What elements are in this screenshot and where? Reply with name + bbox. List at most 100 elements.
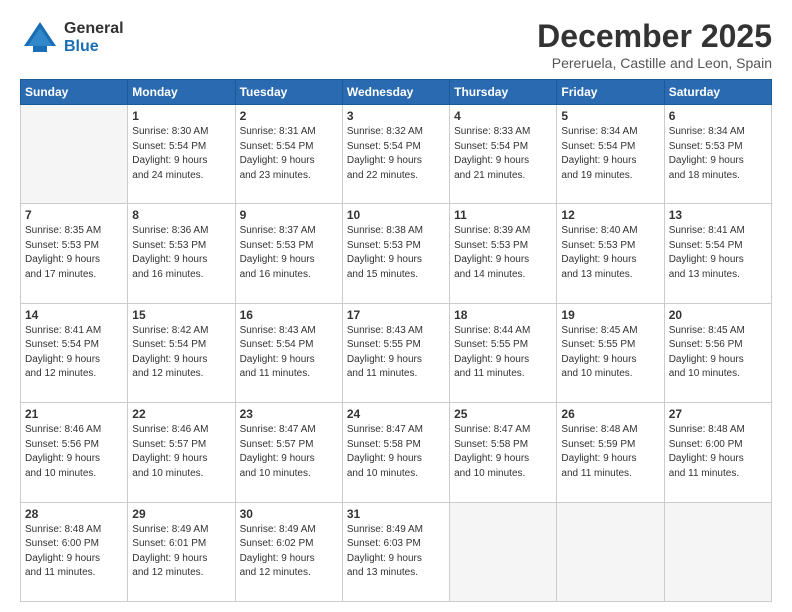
calendar-cell: 2 Sunrise: 8:31 AM Sunset: 5:54 PM Daylig…: [235, 105, 342, 204]
calendar-cell: 1Sunrise: 8:30 AM Sunset: 5:54 PM Daylig…: [128, 105, 235, 204]
calendar-cell: [21, 105, 128, 204]
day-of-week-sunday: Sunday: [21, 80, 128, 105]
logo-general-text: General: [64, 20, 124, 38]
calendar-cell: 4Sunrise: 8:33 AM Sunset: 5:54 PM Daylig…: [450, 105, 557, 204]
calendar-cell: 14 Sunrise: 8:41 AM Sunset: 5:54 PM Dayli…: [21, 303, 128, 402]
day-info: Sunrise: 8:36 AM Sunset: 5:53 PM Dayligh…: [132, 224, 230, 282]
day-number: 8: [132, 208, 230, 222]
calendar-cell: 19 Sunrise: 8:45 AM Sunset: 5:55 PM Dayli…: [557, 303, 664, 402]
day-info: Sunrise: 8:41 AM Sunset: 5:54 PM Dayligh…: [25, 324, 123, 382]
calendar-cell: [557, 502, 664, 601]
day-info: Sunrise: 8:30 AM Sunset: 5:54 PM Dayligh…: [132, 125, 230, 183]
day-number: 15: [132, 308, 230, 322]
day-number: 19: [561, 308, 659, 322]
day-of-week-thursday: Thursday: [450, 80, 557, 105]
day-info: Sunrise: 8:43 AM Sunset: 5:55 PM Dayligh…: [347, 324, 445, 382]
day-info: Sunrise: 8:32 AM Sunset: 5:54 PM Dayligh…: [347, 125, 445, 183]
day-number: 31: [347, 507, 445, 521]
day-number: 24: [347, 407, 445, 421]
logo: General Blue: [20, 18, 124, 58]
day-info: Sunrise: 8:38 AM Sunset: 5:53 PM Dayligh…: [347, 224, 445, 282]
day-info: Sunrise: 8:35 AM Sunset: 5:53 PM Dayligh…: [25, 224, 123, 282]
calendar-cell: 13 Sunrise: 8:41 AM Sunset: 5:54 PM Dayli…: [664, 204, 771, 303]
day-info: Sunrise: 8:45 AM Sunset: 5:55 PM Dayligh…: [561, 324, 659, 382]
calendar-cell: 10 Sunrise: 8:38 AM Sunset: 5:53 PM Dayli…: [342, 204, 449, 303]
day-number: 26: [561, 407, 659, 421]
day-number: 10: [347, 208, 445, 222]
day-info: Sunrise: 8:48 AM Sunset: 6:00 PM Dayligh…: [25, 523, 123, 581]
calendar-cell: 18 Sunrise: 8:44 AM Sunset: 5:55 PM Dayli…: [450, 303, 557, 402]
page: General Blue December 2025 Pereruela, Ca…: [0, 0, 792, 612]
day-info: Sunrise: 8:42 AM Sunset: 5:54 PM Dayligh…: [132, 324, 230, 382]
calendar-table: SundayMondayTuesdayWednesdayThursdayFrid…: [20, 79, 772, 602]
day-info: Sunrise: 8:44 AM Sunset: 5:55 PM Dayligh…: [454, 324, 552, 382]
calendar-cell: 21Sunrise: 8:46 AM Sunset: 5:56 PM Dayli…: [21, 403, 128, 502]
day-number: 16: [240, 308, 338, 322]
day-number: 3: [347, 109, 445, 123]
day-info: Sunrise: 8:40 AM Sunset: 5:53 PM Dayligh…: [561, 224, 659, 282]
day-info: Sunrise: 8:34 AM Sunset: 5:53 PM Dayligh…: [669, 125, 767, 183]
day-number: 6: [669, 109, 767, 123]
calendar-cell: 23Sunrise: 8:47 AM Sunset: 5:57 PM Dayli…: [235, 403, 342, 502]
day-of-week-friday: Friday: [557, 80, 664, 105]
day-number: 21: [25, 407, 123, 421]
calendar-cell: 7 Sunrise: 8:35 AM Sunset: 5:53 PM Daylig…: [21, 204, 128, 303]
title-block: December 2025 Pereruela, Castille and Le…: [537, 18, 772, 71]
calendar-cell: 30Sunrise: 8:49 AM Sunset: 6:02 PM Dayli…: [235, 502, 342, 601]
calendar-cell: 24 Sunrise: 8:47 AM Sunset: 5:58 PM Dayli…: [342, 403, 449, 502]
day-of-week-saturday: Saturday: [664, 80, 771, 105]
calendar-cell: 6 Sunrise: 8:34 AM Sunset: 5:53 PM Daylig…: [664, 105, 771, 204]
day-info: Sunrise: 8:41 AM Sunset: 5:54 PM Dayligh…: [669, 224, 767, 282]
day-number: 5: [561, 109, 659, 123]
calendar-week-4: 21Sunrise: 8:46 AM Sunset: 5:56 PM Dayli…: [21, 403, 772, 502]
day-info: Sunrise: 8:49 AM Sunset: 6:01 PM Dayligh…: [132, 523, 230, 581]
day-number: 2: [240, 109, 338, 123]
calendar-cell: 29 Sunrise: 8:49 AM Sunset: 6:01 PM Dayli…: [128, 502, 235, 601]
calendar-cell: 31Sunrise: 8:49 AM Sunset: 6:03 PM Dayli…: [342, 502, 449, 601]
day-info: Sunrise: 8:47 AM Sunset: 5:58 PM Dayligh…: [454, 423, 552, 481]
day-info: Sunrise: 8:43 AM Sunset: 5:54 PM Dayligh…: [240, 324, 338, 382]
day-number: 13: [669, 208, 767, 222]
day-number: 7: [25, 208, 123, 222]
calendar-body: 1Sunrise: 8:30 AM Sunset: 5:54 PM Daylig…: [21, 105, 772, 602]
day-info: Sunrise: 8:39 AM Sunset: 5:53 PM Dayligh…: [454, 224, 552, 282]
location-subtitle: Pereruela, Castille and Leon, Spain: [537, 55, 772, 71]
day-number: 14: [25, 308, 123, 322]
calendar-cell: 3 Sunrise: 8:32 AM Sunset: 5:54 PM Daylig…: [342, 105, 449, 204]
calendar-week-5: 28Sunrise: 8:48 AM Sunset: 6:00 PM Dayli…: [21, 502, 772, 601]
calendar-cell: 11Sunrise: 8:39 AM Sunset: 5:53 PM Dayli…: [450, 204, 557, 303]
day-number: 22: [132, 407, 230, 421]
calendar-cell: 5 Sunrise: 8:34 AM Sunset: 5:54 PM Daylig…: [557, 105, 664, 204]
day-number: 27: [669, 407, 767, 421]
calendar-cell: [664, 502, 771, 601]
day-info: Sunrise: 8:48 AM Sunset: 5:59 PM Dayligh…: [561, 423, 659, 481]
calendar-cell: 28Sunrise: 8:48 AM Sunset: 6:00 PM Dayli…: [21, 502, 128, 601]
calendar-week-2: 7 Sunrise: 8:35 AM Sunset: 5:53 PM Daylig…: [21, 204, 772, 303]
calendar-cell: 25Sunrise: 8:47 AM Sunset: 5:58 PM Dayli…: [450, 403, 557, 502]
calendar-cell: 17Sunrise: 8:43 AM Sunset: 5:55 PM Dayli…: [342, 303, 449, 402]
logo-blue-text: Blue: [64, 38, 124, 56]
header: General Blue December 2025 Pereruela, Ca…: [20, 18, 772, 71]
calendar-week-1: 1Sunrise: 8:30 AM Sunset: 5:54 PM Daylig…: [21, 105, 772, 204]
calendar-cell: 26 Sunrise: 8:48 AM Sunset: 5:59 PM Dayli…: [557, 403, 664, 502]
day-info: Sunrise: 8:31 AM Sunset: 5:54 PM Dayligh…: [240, 125, 338, 183]
day-info: Sunrise: 8:37 AM Sunset: 5:53 PM Dayligh…: [240, 224, 338, 282]
day-of-week-tuesday: Tuesday: [235, 80, 342, 105]
day-of-week-wednesday: Wednesday: [342, 80, 449, 105]
calendar-cell: 27 Sunrise: 8:48 AM Sunset: 6:00 PM Dayli…: [664, 403, 771, 502]
day-info: Sunrise: 8:48 AM Sunset: 6:00 PM Dayligh…: [669, 423, 767, 481]
day-number: 12: [561, 208, 659, 222]
calendar-cell: 20Sunrise: 8:45 AM Sunset: 5:56 PM Dayli…: [664, 303, 771, 402]
day-number: 4: [454, 109, 552, 123]
calendar-cell: [450, 502, 557, 601]
calendar-cell: 12 Sunrise: 8:40 AM Sunset: 5:53 PM Dayli…: [557, 204, 664, 303]
day-number: 18: [454, 308, 552, 322]
logo-icon: [20, 18, 60, 58]
logo-label: General Blue: [64, 20, 124, 55]
day-number: 23: [240, 407, 338, 421]
day-info: Sunrise: 8:34 AM Sunset: 5:54 PM Dayligh…: [561, 125, 659, 183]
calendar-header: SundayMondayTuesdayWednesdayThursdayFrid…: [21, 80, 772, 105]
day-of-week-monday: Monday: [128, 80, 235, 105]
day-number: 29: [132, 507, 230, 521]
day-info: Sunrise: 8:47 AM Sunset: 5:58 PM Dayligh…: [347, 423, 445, 481]
